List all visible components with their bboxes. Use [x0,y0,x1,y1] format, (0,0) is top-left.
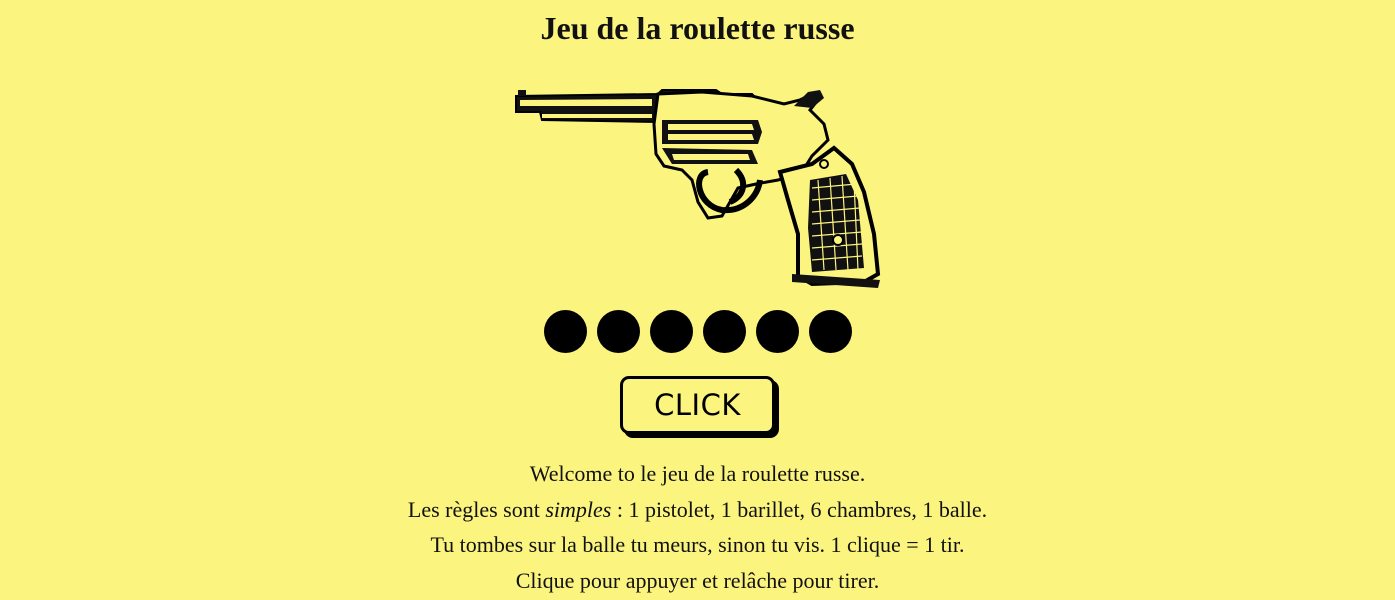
page: Jeu de la roulette russe CLICK Welcome t… [0,0,1395,600]
chamber-4 [702,310,746,353]
rules-line-2: Les règles sont simples : 1 pistolet, 1 … [0,492,1395,528]
chamber-2 [596,310,640,353]
rules-line-2-start: Les règles sont [407,496,546,522]
click-button[interactable]: CLICK [620,376,775,434]
barrel-chambers [0,310,1395,354]
rules-line-3: Tu tombes sur la balle tu meurs, sinon t… [430,532,965,557]
rules-line-2-end: : 1 pistolet, 1 barillet, 6 chambres, 1 … [611,496,988,522]
revolver-icon [512,84,884,292]
rules-line-4: Clique pour appuyer et relâche pour tire… [515,567,880,593]
rules-text: Welcome to le jeu de la roulette russe. … [0,456,1395,598]
rules-line-1: Welcome to le jeu de la roulette russe. [529,461,866,486]
chamber-1 [543,310,587,353]
chamber-6 [808,310,852,353]
chamber-3 [649,310,693,353]
chamber-5 [755,310,799,353]
page-title: Jeu de la roulette russe [540,10,855,46]
rules-line-2-emphasis: simples [545,496,612,522]
